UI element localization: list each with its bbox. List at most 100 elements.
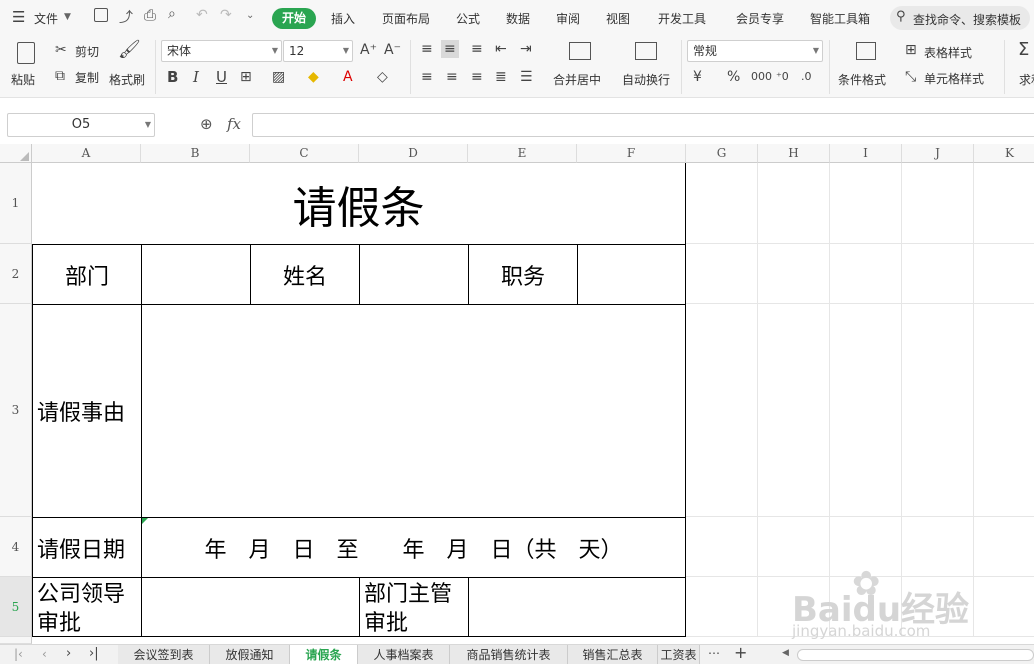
dept-label-cell[interactable]: 部门 [32, 244, 142, 305]
name-value-cell[interactable] [359, 244, 469, 305]
indent-decrease-icon[interactable]: ⇤ [495, 41, 507, 57]
zoom-search-icon[interactable]: ⊕ [200, 115, 213, 133]
first-sheet-icon[interactable]: |‹ [14, 647, 23, 661]
grid-cell[interactable] [902, 163, 974, 244]
col-header-h[interactable]: H [758, 144, 830, 163]
tab-review[interactable]: 审阅 [556, 10, 580, 27]
sheet-tab-active[interactable]: 请假条 [290, 645, 358, 664]
distribute-icon[interactable]: ☰ [520, 69, 533, 85]
position-value-cell[interactable] [577, 244, 686, 305]
tab-data[interactable]: 数据 [506, 10, 530, 27]
grid-cell[interactable] [902, 244, 974, 304]
col-header-e[interactable]: E [468, 144, 577, 163]
underline-button[interactable]: U [216, 69, 227, 85]
grid-cell[interactable] [974, 304, 1034, 517]
align-right-icon[interactable]: ≡ [471, 69, 483, 85]
paste-button[interactable]: 粘贴 [11, 71, 35, 88]
save-icon[interactable] [94, 8, 108, 22]
sheet-tab[interactable]: 会议签到表 [118, 645, 210, 664]
col-header-b[interactable]: B [141, 144, 250, 163]
row-header-4[interactable]: 4 [0, 517, 32, 577]
align-top-icon[interactable]: ≡ [421, 41, 433, 57]
border-icon[interactable]: ⊞ [240, 69, 252, 85]
format-painter-icon[interactable]: 🖌 [118, 41, 141, 59]
col-header-i[interactable]: I [830, 144, 902, 163]
date-value-cell[interactable]: 年 月 日 至 年 月 日（共 天） [141, 517, 686, 578]
percent-icon[interactable]: % [727, 69, 740, 85]
align-middle-icon[interactable]: ≡ [441, 40, 459, 58]
tab-smart-tools[interactable]: 智能工具箱 [810, 10, 870, 27]
prev-sheet-icon[interactable]: ‹ [42, 647, 47, 661]
grid-cell[interactable] [758, 244, 830, 304]
align-left-icon[interactable]: ≡ [421, 69, 433, 85]
add-sheet-icon[interactable]: + [734, 643, 747, 662]
cell-style-button[interactable]: 单元格样式 [924, 70, 984, 87]
cell-style-icon[interactable]: ⤡ [905, 69, 916, 85]
more-sheets-icon[interactable]: ⋯ [708, 646, 720, 660]
undo-icon[interactable]: ↶ [196, 7, 208, 23]
indent-increase-icon[interactable]: ⇥ [520, 41, 532, 57]
customize-icon[interactable]: ⌄ [246, 10, 254, 21]
increase-decimal-icon[interactable]: ⁺0 [776, 69, 789, 85]
merge-center-icon[interactable] [569, 42, 591, 60]
form-title-cell[interactable]: 请假条 [32, 163, 686, 245]
col-header-d[interactable]: D [359, 144, 468, 163]
row-header-1[interactable]: 1 [0, 163, 32, 244]
position-label-cell[interactable]: 职务 [468, 244, 578, 305]
cut-icon[interactable]: ✂ [55, 42, 67, 58]
select-all-corner[interactable] [0, 144, 32, 163]
reason-label-cell[interactable]: 请假事由 [32, 304, 142, 518]
leader-value-cell[interactable] [141, 577, 360, 637]
tab-developer[interactable]: 开发工具 [658, 10, 706, 27]
grid-cell[interactable] [686, 304, 758, 517]
grid-cell[interactable] [686, 163, 758, 244]
reason-value-cell[interactable] [141, 304, 686, 518]
decrease-decimal-icon[interactable]: .0 [801, 69, 812, 85]
merge-center-button[interactable]: 合并居中 [553, 71, 601, 88]
col-header-a[interactable]: A [32, 144, 141, 163]
paste-icon[interactable] [17, 42, 35, 64]
grid-cell[interactable] [686, 577, 758, 637]
sheet-tab[interactable]: 商品销售统计表 [450, 645, 568, 664]
table-style-icon[interactable]: ⊞ [905, 42, 917, 58]
grid-cell[interactable] [902, 304, 974, 517]
supervisor-label-cell[interactable]: 部门主管审批 [359, 577, 469, 637]
copy-button[interactable]: 复制 [75, 69, 99, 86]
thousands-icon[interactable]: 000 [751, 69, 772, 85]
col-header-k[interactable]: K [974, 144, 1034, 163]
table-style-button[interactable]: 表格样式 [924, 44, 972, 61]
number-format-select[interactable]: 常规 ▼ [687, 40, 823, 62]
align-bottom-icon[interactable]: ≡ [471, 41, 483, 57]
sheet-tab[interactable]: 工资表 [658, 645, 700, 664]
formula-input[interactable] [252, 113, 1034, 137]
tab-page-layout[interactable]: 页面布局 [382, 10, 430, 27]
clear-format-icon[interactable]: ◇ [377, 69, 388, 85]
bold-button[interactable]: B [167, 69, 178, 85]
grid-cell[interactable] [758, 163, 830, 244]
conditional-format-button[interactable]: 条件格式 [838, 71, 886, 88]
tab-home[interactable]: 开始 [272, 8, 316, 29]
leader-label-cell[interactable]: 公司领导审批 [32, 577, 142, 637]
cut-button[interactable]: 剪切 [75, 43, 99, 60]
file-menu[interactable]: 文件 [34, 10, 58, 27]
grid-cell[interactable] [686, 517, 758, 577]
scroll-left-icon[interactable]: ◀ [782, 648, 789, 658]
tab-view[interactable]: 视图 [606, 10, 630, 27]
command-search[interactable]: ⚲ 查找命令、搜索模板 [890, 6, 1030, 30]
format-painter-button[interactable]: 格式刷 [109, 71, 145, 88]
grid-cell[interactable] [758, 517, 830, 577]
tab-member[interactable]: 会员专享 [736, 10, 784, 27]
fill-color-icon[interactable]: ◆ [308, 69, 319, 85]
wrap-text-icon[interactable] [635, 42, 657, 60]
grid-cell[interactable] [830, 163, 902, 244]
chevron-down-icon[interactable]: ▼ [64, 12, 71, 22]
grid-cell[interactable] [974, 244, 1034, 304]
italic-button[interactable]: I [193, 69, 199, 85]
export-icon[interactable]: ⤴ [119, 7, 133, 27]
date-label-cell[interactable]: 请假日期 [32, 517, 142, 578]
col-header-f[interactable]: F [577, 144, 686, 163]
row-header-6[interactable] [0, 637, 32, 644]
sum-icon[interactable]: Σ [1018, 41, 1029, 59]
copy-icon[interactable]: ⧉ [55, 68, 65, 84]
sheet-tab[interactable]: 放假通知 [210, 645, 290, 664]
